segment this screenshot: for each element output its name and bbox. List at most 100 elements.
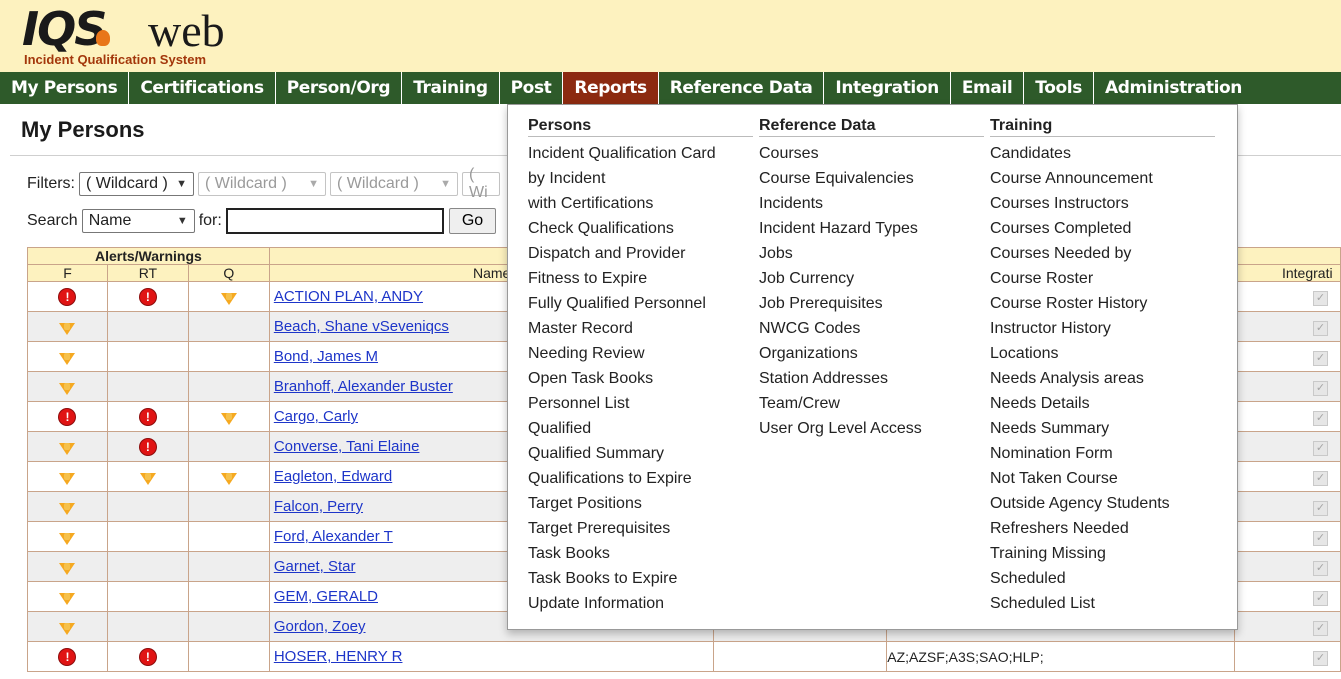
menu-item-courses-instructors[interactable]: Courses Instructors [990,191,1215,216]
checkbox-icon[interactable]: ✓ [1313,530,1328,546]
person-link[interactable]: Branhoff, Alexander Buster [270,378,453,395]
menu-item-user-org-level-access[interactable]: User Org Level Access [759,416,984,441]
menu-item-fully-qualified-personnel[interactable]: Fully Qualified Personnel [528,291,753,316]
menu-item-locations[interactable]: Locations [990,341,1215,366]
menu-item-courses-completed[interactable]: Courses Completed [990,216,1215,241]
person-link[interactable]: Ford, Alexander T [270,528,393,545]
menu-item-courses[interactable]: Courses [759,141,984,166]
alert-icon[interactable]: ! [139,649,156,665]
checkbox-icon[interactable]: ✓ [1313,410,1328,426]
filter-select-4[interactable]: ( Wi [462,166,500,201]
col-f-header[interactable]: F [27,264,108,282]
menu-item-courses-needed-by[interactable]: Courses Needed by [990,241,1215,266]
checkbox-icon[interactable]: ✓ [1313,320,1328,336]
checkbox-icon[interactable]: ✓ [1313,470,1328,486]
menu-item-scheduled-list[interactable]: Scheduled List [990,591,1215,616]
nav-training[interactable]: Training [402,72,500,104]
alert-icon[interactable]: ! [59,649,76,665]
checkbox-icon[interactable]: ✓ [1313,650,1328,666]
checkbox-icon[interactable]: ✓ [1313,380,1328,396]
person-link[interactable]: Falcon, Perry [270,498,363,515]
go-button[interactable]: Go [448,208,497,234]
filter-select-3[interactable]: ( Wildcard ) ▼ [330,172,458,196]
person-link[interactable]: Bond, James M [270,348,378,365]
search-field-select[interactable]: Name ▼ [81,209,195,233]
person-link[interactable]: GEM, GERALD [270,588,378,605]
menu-item-incident-hazard-types[interactable]: Incident Hazard Types [759,216,984,241]
warning-icon[interactable] [59,442,76,455]
menu-item-task-books-to-expire[interactable]: Task Books to Expire [528,566,753,591]
person-link[interactable]: Cargo, Carly [270,408,358,425]
filter-select-2[interactable]: ( Wildcard ) ▼ [198,172,326,196]
menu-item-course-roster[interactable]: Course Roster [990,266,1215,291]
nav-my-persons[interactable]: My Persons [0,72,130,104]
menu-item-open-task-books[interactable]: Open Task Books [528,366,753,391]
nav-post[interactable]: Post [500,72,564,104]
menu-item-task-books[interactable]: Task Books [528,541,753,566]
menu-item-scheduled[interactable]: Scheduled [990,566,1215,591]
warning-icon[interactable] [59,322,76,335]
warning-icon[interactable] [59,352,76,365]
col-integration-header[interactable]: Integrati [1233,264,1341,282]
menu-item-incident-qualification-card[interactable]: Incident Qualification Card [528,141,753,166]
menu-item-incidents[interactable]: Incidents [759,191,984,216]
menu-item-training-missing[interactable]: Training Missing [990,541,1215,566]
warning-icon[interactable] [59,622,76,635]
warning-icon[interactable] [59,502,76,515]
menu-item-needs-details[interactable]: Needs Details [990,391,1215,416]
menu-item-team-crew[interactable]: Team/Crew [759,391,984,416]
menu-item-qualified[interactable]: Qualified [528,416,753,441]
warning-icon[interactable] [139,472,156,485]
menu-item-target-prerequisites[interactable]: Target Prerequisites [528,516,753,541]
menu-item-needs-analysis-areas[interactable]: Needs Analysis areas [990,366,1215,391]
col-rt-header[interactable]: RT [106,264,189,282]
nav-certifications[interactable]: Certifications [129,72,276,104]
checkbox-icon[interactable]: ✓ [1313,560,1328,576]
menu-item-organizations[interactable]: Organizations [759,341,984,366]
nav-integration[interactable]: Integration [824,72,951,104]
person-link[interactable]: Eagleton, Edward [270,468,392,485]
warning-icon[interactable] [59,472,76,485]
checkbox-icon[interactable]: ✓ [1313,440,1328,456]
checkbox-icon[interactable]: ✓ [1313,350,1328,366]
menu-item-not-taken-course[interactable]: Not Taken Course [990,466,1215,491]
menu-item-by-incident[interactable]: by Incident [528,166,753,191]
menu-item-needs-summary[interactable]: Needs Summary [990,416,1215,441]
menu-item-refreshers-needed[interactable]: Refreshers Needed [990,516,1215,541]
warning-icon[interactable] [220,292,237,305]
menu-item-qualified-summary[interactable]: Qualified Summary [528,441,753,466]
menu-item-personnel-list[interactable]: Personnel List [528,391,753,416]
person-link[interactable]: Gordon, Zoey [270,618,366,635]
menu-item-check-qualifications[interactable]: Check Qualifications [528,216,753,241]
menu-item-job-prerequisites[interactable]: Job Prerequisites [759,291,984,316]
menu-item-candidates[interactable]: Candidates [990,141,1215,166]
menu-item-course-announcement[interactable]: Course Announcement [990,166,1215,191]
warning-icon[interactable] [59,382,76,395]
nav-reports[interactable]: Reports [563,72,659,104]
search-input[interactable] [225,208,444,234]
person-link[interactable]: Beach, Shane vSeveniqcs [270,318,449,335]
menu-item-master-record[interactable]: Master Record [528,316,753,341]
alert-icon[interactable]: ! [139,439,156,455]
menu-item-update-information[interactable]: Update Information [528,591,753,616]
col-q-header[interactable]: Q [187,264,270,282]
filter-select-1[interactable]: ( Wildcard ) ▼ [79,172,194,196]
menu-item-outside-agency-students[interactable]: Outside Agency Students [990,491,1215,516]
alert-icon[interactable]: ! [139,409,156,425]
menu-item-with-certifications[interactable]: with Certifications [528,191,753,216]
warning-icon[interactable] [59,592,76,605]
menu-item-job-currency[interactable]: Job Currency [759,266,984,291]
nav-person-org[interactable]: Person/Org [276,72,403,104]
nav-tools[interactable]: Tools [1024,72,1094,104]
nav-email[interactable]: Email [951,72,1025,104]
person-link[interactable]: ACTION PLAN, ANDY [270,288,423,305]
alert-icon[interactable]: ! [59,409,76,425]
checkbox-icon[interactable]: ✓ [1313,590,1328,606]
alert-icon[interactable]: ! [59,289,76,305]
menu-item-needing-review[interactable]: Needing Review [528,341,753,366]
person-link[interactable]: Garnet, Star [270,558,356,575]
menu-item-nwcg-codes[interactable]: NWCG Codes [759,316,984,341]
menu-item-jobs[interactable]: Jobs [759,241,984,266]
person-link[interactable]: HOSER, HENRY R [270,648,403,665]
warning-icon[interactable] [59,562,76,575]
